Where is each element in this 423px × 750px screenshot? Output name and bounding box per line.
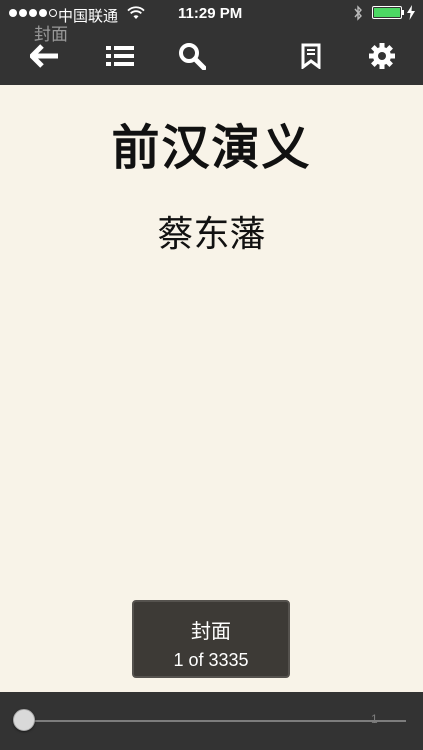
page-slider-thumb[interactable] (13, 709, 35, 731)
toast-chapter-label: 封面 (191, 621, 231, 643)
page-slider-track[interactable] (20, 720, 406, 722)
toast-page-info: 1 of 3335 (173, 650, 249, 670)
bluetooth-icon (353, 5, 363, 25)
book-author: 蔡东藩 (157, 213, 266, 254)
clock: 11:29 PM (178, 5, 243, 22)
charging-bolt-icon (406, 5, 416, 24)
top-bar: 中国联通 11:29 PM 封面 (0, 0, 423, 85)
page-position-toast: 封面 1 of 3335 (132, 600, 290, 678)
bottom-bar: 1 (0, 692, 423, 750)
signal-strength-icon (9, 9, 57, 17)
table-of-contents-icon[interactable] (102, 38, 138, 74)
page-slider-tick-label: 1 (371, 712, 378, 726)
book-title: 前汉演义 (111, 122, 312, 175)
bookmark-icon[interactable] (293, 38, 329, 74)
settings-gear-icon[interactable] (364, 38, 400, 74)
back-arrow-icon[interactable] (27, 38, 63, 74)
battery-icon (372, 6, 402, 19)
search-icon[interactable] (174, 38, 210, 74)
battery-tip (402, 10, 404, 15)
toolbar (0, 30, 423, 82)
wifi-icon (127, 6, 145, 24)
